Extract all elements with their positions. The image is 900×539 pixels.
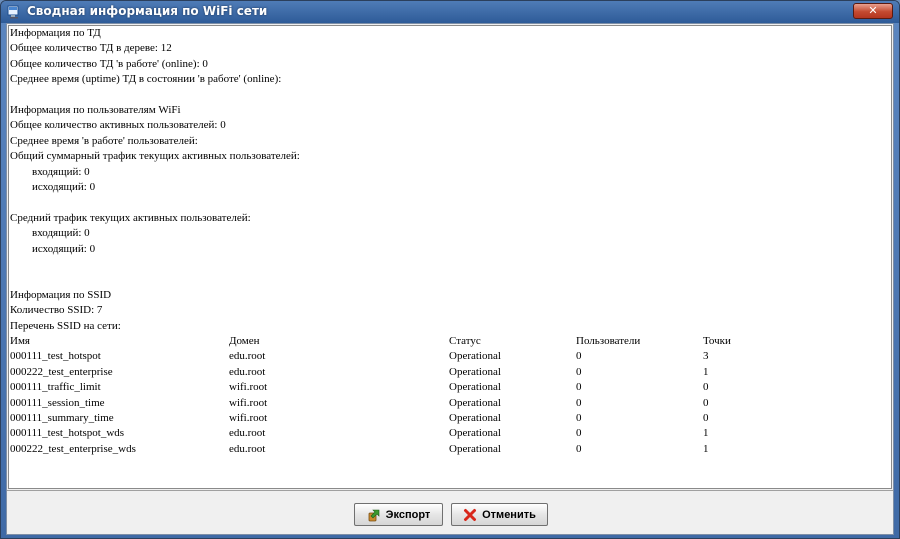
ssid-table-cell: 000111_session_time — [10, 397, 105, 409]
ssid-table-cell: wifi.root — [229, 381, 268, 393]
ssid-table-cell: edu.root — [229, 350, 266, 362]
ssid-table-cell: 0 — [703, 397, 709, 409]
ssid-table-cell: 000111_test_hotspot — [10, 350, 101, 362]
ssid-table-cell: 0 — [576, 427, 582, 439]
ssid-table-header-cell: Статус — [449, 335, 481, 347]
report-line: Среднее время (uptime) ТД в состоянии 'в… — [10, 73, 282, 85]
ssid-table-cell: edu.root — [229, 443, 266, 455]
report-line: Общее количество активных пользователей:… — [10, 119, 226, 131]
summary-dialog-window: Сводная информация по WiFi сети ✕ Информ… — [0, 0, 900, 539]
export-button-label: Экспорт — [385, 508, 431, 521]
footer-divider — [7, 490, 893, 491]
report-line: Количество SSID: 7 — [10, 304, 103, 316]
window-title: Сводная информация по WiFi сети — [27, 4, 268, 18]
ssid-table-header-cell: Точки — [703, 335, 731, 347]
ssid-table-header-cell: Имя — [10, 335, 30, 347]
report-line: Общее количество ТД в дереве: 12 — [10, 42, 172, 54]
title-bar[interactable]: Сводная информация по WiFi сети ✕ — [1, 1, 899, 23]
ssid-table-cell: 1 — [703, 427, 709, 439]
cancel-button-label: Отменить — [482, 508, 536, 521]
report-line: входящий: 0 — [10, 166, 90, 178]
ssid-table-cell: 000222_test_enterprise_wds — [10, 443, 136, 455]
ssid-table-cell: 000222_test_enterprise — [10, 366, 113, 378]
report-line: Среднее время 'в работе' пользователей: — [10, 135, 198, 147]
report-line: входящий: 0 — [10, 227, 90, 239]
ssid-table-cell: 3 — [703, 350, 709, 362]
ssid-table-cell: 000111_summary_time — [10, 412, 114, 424]
ssid-table-cell: 0 — [703, 381, 709, 393]
ssid-table-cell: 1 — [703, 366, 709, 378]
ssid-table-header-cell: Пользователи — [576, 335, 641, 347]
cancel-button[interactable]: Отменить — [451, 503, 548, 526]
cancel-x-icon — [464, 508, 477, 521]
report-line: Информация по SSID — [10, 289, 112, 301]
ssid-table-cell: wifi.root — [229, 412, 268, 424]
ssid-table-cell: 000111_traffic_limit — [10, 381, 101, 393]
ssid-table-cell: 000111_test_hotspot_wds — [10, 427, 125, 439]
export-icon — [368, 509, 379, 521]
report-line: Информация по пользователям WiFi — [10, 104, 181, 116]
report-line: Общий суммарный трафик текущих активных … — [10, 150, 300, 162]
ssid-table-cell: edu.root — [229, 427, 266, 439]
ssid-table-cell: Operational — [449, 366, 501, 378]
close-button[interactable]: ✕ — [853, 3, 893, 19]
ssid-table-cell: edu.root — [229, 366, 266, 378]
report-line: Информация по ТД — [10, 27, 101, 39]
dialog-body: Информация по ТД Общее количество ТД в де… — [6, 23, 894, 535]
report-text-area[interactable]: Информация по ТД Общее количество ТД в де… — [8, 25, 892, 489]
export-button[interactable]: Экспорт — [354, 503, 443, 526]
ssid-table-cell: 0 — [576, 381, 582, 393]
ssid-table-cell: 0 — [576, 366, 582, 378]
ssid-table-cell: Operational — [449, 427, 501, 439]
ssid-table-cell: Operational — [449, 397, 501, 409]
ssid-table-cell: 0 — [576, 350, 582, 362]
ssid-table-cell: wifi.root — [229, 397, 268, 409]
ssid-table-cell: 0 — [576, 412, 582, 424]
ssid-table-cell: Operational — [449, 350, 501, 362]
report-line: Перечень SSID на сети: — [10, 320, 121, 332]
ssid-table-cell: Operational — [449, 381, 501, 393]
ssid-table-cell: 0 — [576, 397, 582, 409]
report-line: Средний трафик текущих активных пользова… — [10, 212, 251, 224]
ssid-table-cell: Operational — [449, 443, 501, 455]
ssid-table-cell: Operational — [449, 412, 501, 424]
ssid-table-cell: 1 — [703, 443, 709, 455]
ssid-table-header-cell: Домен — [229, 335, 260, 347]
report-line: исходящий: 0 — [10, 243, 96, 255]
report-line: исходящий: 0 — [10, 181, 96, 193]
app-window-icon — [7, 5, 19, 19]
ssid-table-cell: 0 — [576, 443, 582, 455]
report-line: Общее количество ТД 'в работе' (online):… — [10, 58, 208, 70]
ssid-table-cell: 0 — [703, 412, 709, 424]
